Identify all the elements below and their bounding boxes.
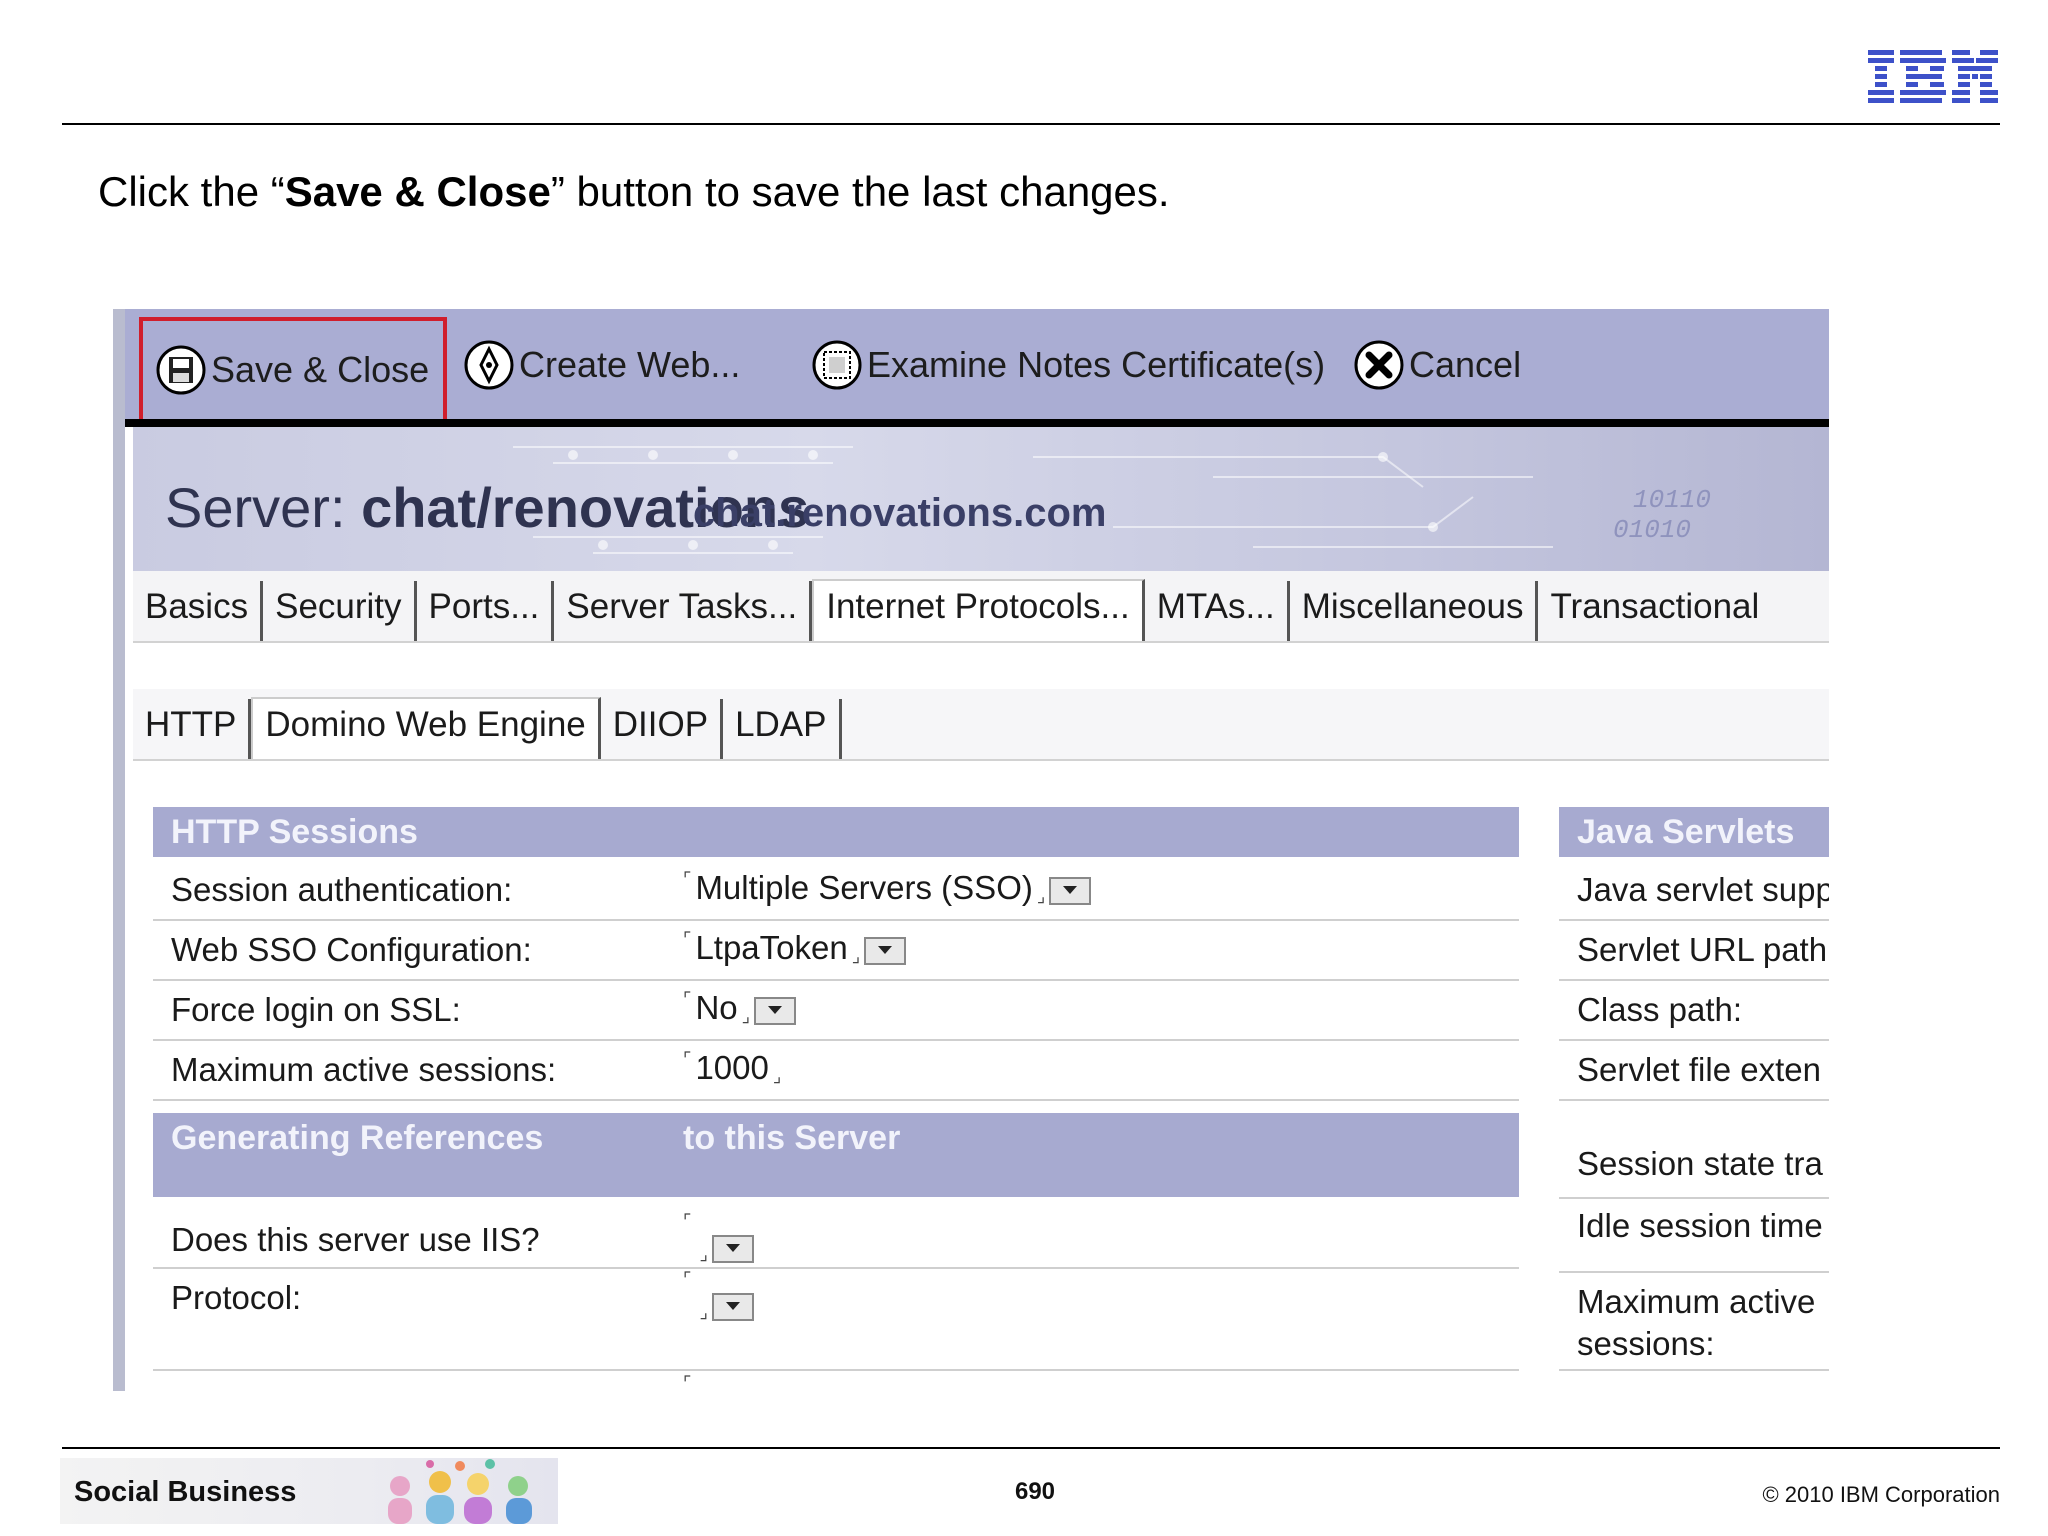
cancel-label: Cancel	[1409, 344, 1522, 385]
footer-rule	[62, 1447, 2000, 1449]
field-label: Web SSO Configuration:	[171, 931, 532, 968]
field-row-session-authentication: Session authentication: ⌜ Multiple Server…	[153, 861, 1519, 921]
svg-text:10110: 10110	[1633, 485, 1711, 515]
footer-banner: Social Business	[60, 1458, 558, 1524]
close-icon	[1354, 340, 1404, 390]
field-row-servlet-file-extensions: Servlet file exten	[1559, 1041, 1829, 1101]
field-label: Maximum active sessions:	[171, 1051, 557, 1088]
tab-diiop[interactable]: DIIOP	[601, 699, 724, 759]
notes-server-document: Save & Close Create Web... Examine Notes…	[113, 309, 1829, 1391]
field-row-idle-session-timeout: Idle session time	[1559, 1199, 1829, 1273]
primary-tab-bar: Basics Security Ports... Server Tasks...…	[133, 571, 1829, 643]
tab-mtas[interactable]: MTAs...	[1145, 581, 1290, 641]
tab-miscellaneous[interactable]: Miscellaneous	[1290, 581, 1539, 641]
field-row-server-uses-iis: Does this server use IIS? ⌜ ⌟	[153, 1209, 1519, 1269]
field-row-maximum-active-sessions-servlets: Maximum active sessions:	[1559, 1273, 1829, 1371]
protocol-select[interactable]: ⌜ ⌟	[683, 1269, 754, 1323]
tab-ldap[interactable]: LDAP	[723, 699, 842, 759]
people-illustration	[388, 1459, 532, 1524]
dropdown-arrow-icon[interactable]	[711, 1293, 754, 1321]
toolbar-divider	[125, 419, 1829, 427]
tab-server-tasks[interactable]: Server Tasks...	[554, 581, 813, 641]
tab-basics[interactable]: Basics	[133, 581, 264, 641]
tab-ports[interactable]: Ports...	[417, 581, 555, 641]
cancel-button[interactable]: Cancel	[1353, 335, 1521, 395]
examine-notes-label: Examine Notes Certificate(s)	[867, 344, 1326, 385]
examine-notes-certificates-button[interactable]: Examine Notes Certificate(s)	[811, 335, 1325, 395]
floppy-disk-icon	[156, 345, 206, 395]
secondary-tab-bar: HTTP Domino Web Engine DIIOP LDAP	[133, 689, 1829, 761]
server-hostname: chat.renovations.com	[693, 491, 1107, 535]
server-uses-iis-select[interactable]: ⌜ ⌟	[683, 1211, 754, 1265]
tab-transactional[interactable]: Transactional	[1538, 581, 1771, 641]
dropdown-arrow-icon[interactable]	[864, 937, 907, 965]
header-rule	[62, 123, 2000, 125]
field-row-partial: ⌜	[153, 1371, 1519, 1391]
field-row-maximum-active-sessions: Maximum active sessions: ⌜ 1000 ⌟	[153, 1041, 1519, 1101]
field-row-web-sso-configuration: Web SSO Configuration: ⌜ LtpaToken ⌟	[153, 921, 1519, 981]
field-label: Java servlet supp	[1577, 871, 1829, 908]
field-row-session-state-tracking: Session state tra	[1559, 1113, 1829, 1199]
tab-http[interactable]: HTTP	[133, 699, 252, 759]
instruction-text: Click the “Save & Close” button to save …	[98, 168, 1170, 215]
field-bracket-partial: ⌜	[683, 1373, 692, 1391]
dropdown-arrow-icon[interactable]	[754, 997, 797, 1025]
instruction-emphasis: Save & Close	[284, 168, 551, 215]
section-header-generating-references: Generating References to this Server	[153, 1113, 1519, 1197]
copyright-notice: © 2010 IBM Corporation	[1762, 1482, 2000, 1507]
tab-internet-protocols[interactable]: Internet Protocols...	[812, 579, 1145, 641]
compass-icon	[464, 340, 514, 390]
field-label: Session state tra	[1577, 1145, 1823, 1182]
field-label: Class path:	[1577, 991, 1743, 1028]
maximum-active-sessions-input[interactable]: ⌜ 1000 ⌟	[683, 1049, 781, 1087]
session-authentication-select[interactable]: ⌜ Multiple Servers (SSO) ⌟	[683, 869, 1092, 907]
page-number: 690	[1014, 1478, 1056, 1505]
footer-brand: Social Business	[74, 1476, 297, 1508]
tab-domino-web-engine[interactable]: Domino Web Engine	[251, 697, 601, 759]
window-left-edge	[113, 309, 125, 1391]
action-toolbar: Save & Close Create Web... Examine Notes…	[125, 309, 1829, 423]
field-row-class-path: Class path:	[1559, 981, 1829, 1041]
field-label: Force login on SSL:	[171, 991, 461, 1028]
save-close-button[interactable]: Save & Close	[139, 317, 447, 423]
save-close-label: Save & Close	[211, 349, 430, 390]
field-row-protocol: Protocol: ⌜ ⌟	[153, 1269, 1519, 1371]
svg-text:01010: 01010	[1613, 515, 1691, 545]
tab-security[interactable]: Security	[263, 581, 417, 641]
ibm-logo	[1868, 50, 1998, 103]
field-label-continued: sessions:	[1577, 1325, 1715, 1362]
field-label: Does this server use IIS?	[171, 1221, 540, 1258]
field-label: Maximum active	[1577, 1283, 1816, 1320]
field-label: Servlet URL path	[1577, 931, 1828, 968]
section-header-http-sessions: HTTP Sessions	[153, 807, 1519, 857]
field-row-force-login-ssl: Force login on SSL: ⌜ No ⌟	[153, 981, 1519, 1041]
field-label: Servlet file exten	[1577, 1051, 1821, 1088]
field-label: Protocol:	[171, 1279, 302, 1316]
field-label: Session authentication:	[171, 871, 513, 908]
create-web-button[interactable]: Create Web...	[463, 335, 740, 395]
server-banner: 10110 01010 Server: chat/renovations cha…	[133, 427, 1829, 571]
web-sso-configuration-select[interactable]: ⌜ LtpaToken ⌟	[683, 929, 907, 967]
field-row-java-servlet-support: Java servlet supp	[1559, 861, 1829, 921]
create-web-label: Create Web...	[519, 344, 741, 385]
field-row-servlet-url-path: Servlet URL path	[1559, 921, 1829, 981]
dropdown-arrow-icon[interactable]	[1049, 877, 1092, 905]
dropdown-arrow-icon[interactable]	[711, 1235, 754, 1263]
section-header-java-servlets: Java Servlets	[1559, 807, 1829, 857]
field-label: Idle session time	[1577, 1207, 1823, 1244]
force-login-ssl-select[interactable]: ⌜ No ⌟	[683, 989, 797, 1027]
certificate-icon	[812, 340, 862, 390]
